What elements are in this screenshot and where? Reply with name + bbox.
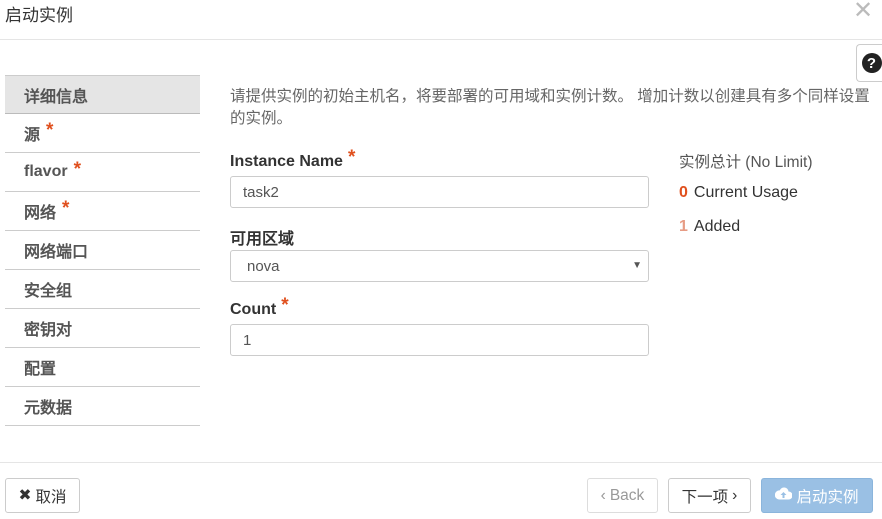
availability-zone-label: 可用区域 [230,231,295,248]
instance-name-input[interactable] [230,176,649,208]
step-description: 请提供实例的初始主机名，将要部署的可用域和实例计数。 增加计数以创建具有多个同样… [230,88,870,127]
launch-label: 启动实例 [796,488,859,506]
instance-total-title: 实例总计 (No Limit) [679,154,813,171]
dialog-title: 启动实例 [5,6,73,25]
nav-item-configuration[interactable]: 配置 [5,348,200,387]
added-value: 1 [679,218,688,235]
availability-zone-select[interactable]: nova ▼ [230,250,649,282]
launch-instance-button[interactable]: 启动实例 [761,478,873,513]
caret-down-icon: ▼ [632,260,642,271]
nav-item-security-groups[interactable]: 安全组 [5,270,200,309]
nav-item-label: 配置 [24,361,57,378]
nav-item-label: 网络端口 [24,244,89,261]
required-marker: * [62,198,70,219]
wizard-nav: 详细信息 源 * flavor * 网络 * 网络端口 安全组 密钥对 配置 元… [5,75,200,426]
field-label-text: Count [230,301,277,318]
nav-item-source[interactable]: 源 * [5,114,200,153]
required-marker: * [347,147,356,168]
next-label: 下一项 [681,488,729,506]
header-divider [0,39,882,40]
count-input[interactable] [230,324,649,356]
required-marker: * [73,159,81,180]
select-value: nova [247,257,280,275]
question-icon: ? [861,53,882,73]
instance-name-label: Instance Name * [230,147,356,172]
cancel-label: 取消 [35,488,67,506]
current-usage-line: 0 Current Usage [679,184,798,202]
nav-item-details[interactable]: 详细信息 [5,75,200,114]
chevron-right-icon: › [732,486,738,504]
required-marker: * [46,120,54,141]
cloud-upload-icon [775,486,793,505]
help-button[interactable]: ? [856,44,882,82]
nav-item-key-pairs[interactable]: 密钥对 [5,309,200,348]
nav-item-metadata[interactable]: 元数据 [5,387,200,426]
nav-item-label: flavor [24,163,68,180]
nav-item-label: 源 [24,127,41,144]
nav-item-label: 网络 [24,205,57,222]
required-marker: * [281,295,289,316]
current-usage-value: 0 [679,184,688,201]
back-button[interactable]: ‹ Back [587,478,658,513]
back-label: Back [609,486,645,504]
nav-item-label: 元数据 [24,400,73,417]
nav-item-label: 密钥对 [24,322,73,339]
nav-item-network[interactable]: 网络 * [5,192,200,231]
close-icon[interactable]: ✕ [853,0,873,23]
cancel-button[interactable]: ✖ 取消 [5,478,80,513]
count-label: Count * [230,295,289,320]
nav-item-network-ports[interactable]: 网络端口 [5,231,200,270]
footer-divider [0,462,882,463]
next-button[interactable]: 下一项 › [668,478,751,513]
added-label: Added [693,218,741,235]
current-usage-label: Current Usage [693,184,798,201]
nav-item-label: 详细信息 [24,88,89,106]
close-icon: ✖ [18,487,32,504]
chevron-left-icon: ‹ [600,486,606,504]
field-label-text: Instance Name [230,153,343,170]
nav-item-flavor[interactable]: flavor * [5,153,200,192]
nav-item-label: 安全组 [24,283,73,300]
added-line: 1 Added [679,218,740,236]
